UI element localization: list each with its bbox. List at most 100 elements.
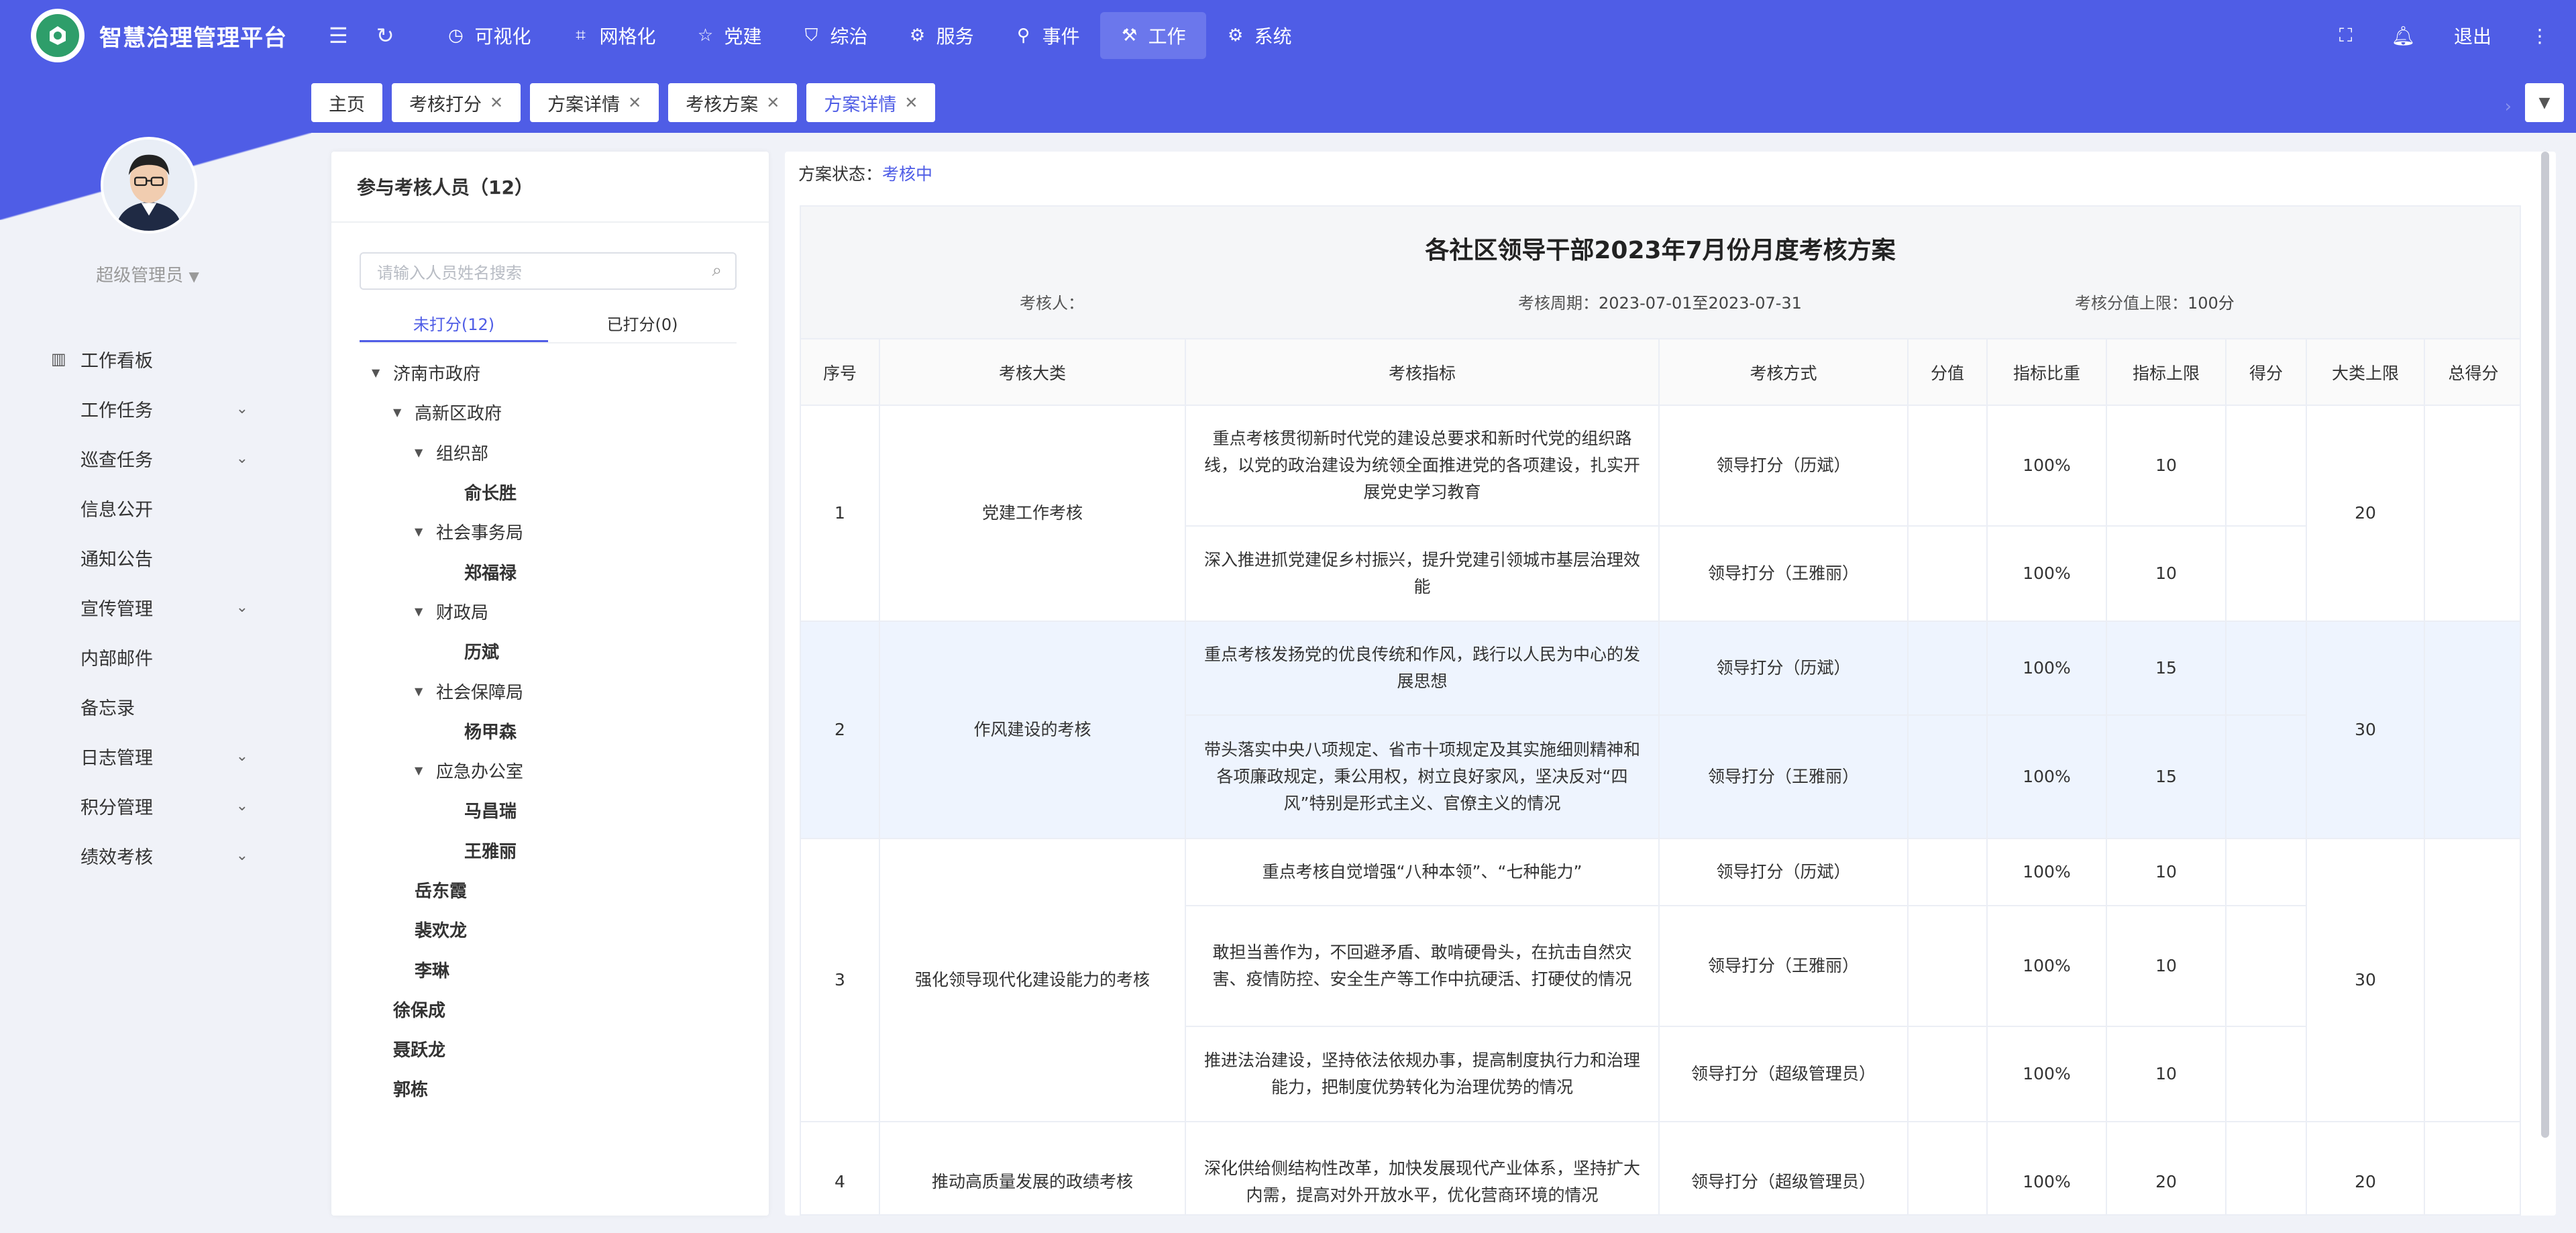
nav-item-7[interactable]: ⚙ 系统: [1206, 12, 1312, 59]
nav-item-4[interactable]: ⚙ 服务: [888, 12, 994, 59]
caret-down-icon[interactable]: ▼: [415, 685, 436, 698]
sidebar-item-9[interactable]: 积分管理 ⌄: [0, 781, 268, 830]
tree-org[interactable]: ▼ 组织部: [331, 433, 769, 472]
caret-down-icon[interactable]: ▼: [415, 605, 436, 618]
column-header: 得分: [2226, 339, 2307, 406]
tab-scored[interactable]: 已打分(0): [548, 306, 737, 342]
nav-item-5[interactable]: ⚲ 事件: [994, 12, 1100, 59]
weight-cell: 100%: [1987, 839, 2107, 906]
more-vertical-icon[interactable]: ⋮: [2530, 25, 2549, 47]
tree-person[interactable]: 郭栋: [331, 1069, 769, 1108]
tree-person[interactable]: 岳东霞: [331, 870, 769, 910]
caret-down-icon[interactable]: ▼: [393, 406, 415, 419]
search-input[interactable]: 请输入人员姓名搜索 ⌕: [360, 252, 737, 290]
got-score-cell: [2226, 1026, 2307, 1122]
tab-unscored[interactable]: 未打分(12): [360, 306, 548, 342]
chevron-down-icon: ⌄: [235, 847, 248, 864]
tree-person[interactable]: 马昌瑞: [331, 790, 769, 830]
score-cell[interactable]: [1908, 621, 1988, 716]
search-icon[interactable]: ⌕: [712, 260, 722, 281]
sidebar-item-label: 积分管理: [80, 797, 153, 818]
nav-item-3[interactable]: ⛉ 综治: [782, 12, 888, 59]
tree-org[interactable]: ▼ 社会保障局: [331, 671, 769, 710]
caret-down-icon[interactable]: ▼: [372, 366, 393, 379]
total-score-cell: [2424, 1122, 2520, 1214]
plan-card: 各社区领导干部2023年7月份月度考核方案 考核人： 考核周期：2023-07-…: [800, 205, 2521, 1216]
tree-org[interactable]: ▼ 应急办公室: [331, 751, 769, 790]
tree-node-label: 济南市政府: [393, 364, 481, 385]
bell-icon[interactable]: 🔔︎: [2391, 25, 2415, 47]
sidebar-item-10[interactable]: 绩效考核 ⌄: [0, 830, 268, 880]
logout-button[interactable]: 退出: [2454, 22, 2491, 49]
tree-person[interactable]: 历斌: [331, 631, 769, 671]
chevron-down-icon: ⌄: [235, 797, 248, 814]
logo-emblem-icon: [50, 26, 66, 45]
collapse-menu-icon[interactable]: ☰: [329, 23, 348, 48]
sidebar-item-1[interactable]: 工作任务 ⌄: [0, 384, 268, 433]
tree-person[interactable]: 俞长胜: [331, 472, 769, 512]
tree-person[interactable]: 裴欢龙: [331, 910, 769, 949]
sidebar-item-2[interactable]: 巡查任务 ⌄: [0, 433, 268, 483]
chevron-down-icon: ▼: [2538, 94, 2551, 111]
tree-person[interactable]: 杨甲森: [331, 711, 769, 751]
nav-item-1[interactable]: ⌗ 网格化: [551, 12, 676, 59]
score-cell[interactable]: [1908, 1026, 1988, 1122]
tree-org[interactable]: ▼ 济南市政府: [331, 353, 769, 392]
nav-item-label: 可视化: [474, 25, 531, 48]
score-cell[interactable]: [1908, 1122, 1988, 1214]
nav-item-label: 系统: [1254, 25, 1292, 48]
tab-0[interactable]: 主页: [311, 83, 382, 122]
tab-3[interactable]: 考核方案 ✕: [668, 83, 798, 122]
tab-2[interactable]: 方案详情 ✕: [530, 83, 659, 122]
sidebar-item-0[interactable]: ▥ 工作看板: [0, 334, 268, 384]
limit-label: 考核分值上限：: [2075, 294, 2188, 313]
tree-node-label: 马昌瑞: [464, 802, 517, 822]
nav-item-2[interactable]: ☆ 党建: [676, 12, 782, 59]
participants-panel: 参与考核人员（12） 请输入人员姓名搜索 ⌕ 未打分(12) 已打分(0) ▼ 济…: [331, 152, 769, 1216]
user-menu[interactable]: 超级管理员 ▼: [0, 262, 295, 286]
close-icon[interactable]: ✕: [628, 93, 641, 112]
column-header: 考核方式: [1659, 339, 1909, 406]
sidebar-item-8[interactable]: 日志管理 ⌄: [0, 731, 268, 781]
close-icon[interactable]: ✕: [490, 93, 503, 112]
tree-person[interactable]: 聂跃龙: [331, 1029, 769, 1069]
sidebar-item-7[interactable]: 备忘录: [0, 682, 268, 731]
fullscreen-icon[interactable]: ⛶: [2339, 24, 2353, 47]
sidebar-item-label: 备忘录: [80, 698, 135, 719]
avatar[interactable]: [101, 137, 197, 233]
score-cell[interactable]: [1908, 526, 1988, 622]
gear-icon: ⚙: [1227, 25, 1244, 46]
tree-person[interactable]: 王雅丽: [331, 830, 769, 870]
tree-person[interactable]: 李琳: [331, 949, 769, 989]
tree-org[interactable]: ▼ 财政局: [331, 592, 769, 631]
refresh-icon[interactable]: ↻: [376, 23, 394, 48]
tree-person[interactable]: 郑福禄: [331, 551, 769, 591]
tree-org[interactable]: ▼ 高新区政府: [331, 392, 769, 432]
sidebar-item-6[interactable]: 内部邮件: [0, 632, 268, 682]
tab-1[interactable]: 考核打分 ✕: [392, 83, 521, 122]
tree-org[interactable]: ▼ 社会事务局: [331, 512, 769, 551]
caret-down-icon[interactable]: ▼: [415, 525, 436, 538]
close-icon[interactable]: ✕: [766, 93, 780, 112]
nav-item-6[interactable]: ⚒ 工作: [1099, 12, 1206, 59]
tab-4[interactable]: 方案详情 ✕: [806, 83, 936, 122]
sidebar-item-4[interactable]: 通知公告: [0, 533, 268, 582]
sidebar-item-label: 信息公开: [80, 499, 153, 521]
tabs-menu-button[interactable]: ▼: [2525, 83, 2564, 122]
score-cell[interactable]: [1908, 839, 1988, 906]
caret-down-icon[interactable]: ▼: [415, 764, 436, 777]
score-cell[interactable]: [1908, 906, 1988, 1027]
sidebar-item-3[interactable]: 信息公开: [0, 483, 268, 533]
score-cell[interactable]: [1908, 405, 1988, 527]
method-cell: 领导打分（历斌）: [1659, 839, 1909, 906]
tabs-scroll-right-icon[interactable]: ›: [2505, 97, 2512, 117]
column-header: 总得分: [2424, 339, 2520, 406]
caret-down-icon[interactable]: ▼: [415, 446, 436, 459]
vertical-scrollbar[interactable]: [2541, 152, 2549, 1138]
nav-item-0[interactable]: ◷ 可视化: [427, 12, 551, 59]
sidebar-item-5[interactable]: 宣传管理 ⌄: [0, 582, 268, 632]
column-header: 序号: [801, 339, 880, 406]
tree-person[interactable]: 徐保成: [331, 989, 769, 1029]
score-cell[interactable]: [1908, 715, 1988, 839]
close-icon[interactable]: ✕: [904, 93, 918, 112]
